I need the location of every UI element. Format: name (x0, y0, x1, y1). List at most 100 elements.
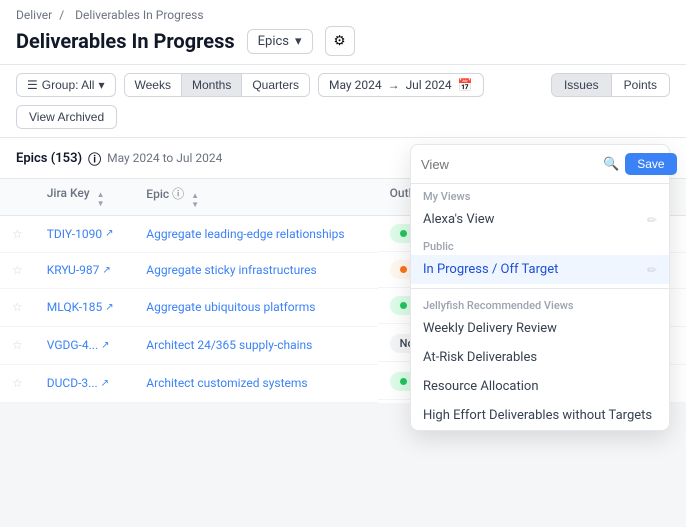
date-range-picker[interactable]: May 2024 → Jul 2024 📅 (318, 73, 484, 97)
jellyfish-item-label: At-Risk Deliverables (423, 350, 537, 365)
alexas-view-label: Alexa's View (423, 212, 494, 227)
date-arrow: → (388, 78, 400, 92)
col-jira-key: Jira Key ▲ ▼ (35, 179, 135, 216)
sort-jira-key[interactable]: ▲ ▼ (97, 191, 105, 208)
star-cell[interactable]: ☆ (0, 252, 35, 288)
breadcrumb-current: Deliverables In Progress (75, 8, 203, 22)
months-button[interactable]: Months (182, 74, 242, 96)
epic-cell: Aggregate leading-edge relationships (134, 216, 377, 253)
epic-link[interactable]: Aggregate ubiquitous platforms (146, 300, 315, 314)
my-views-label: My Views (411, 184, 669, 205)
sort-epic[interactable]: ▲ ▼ (191, 192, 199, 209)
date-to: Jul 2024 (406, 78, 452, 92)
edit-icon: ✏ (647, 213, 657, 227)
epic-link[interactable]: Aggregate leading-edge relationships (146, 227, 344, 241)
external-link-icon: ↗ (105, 228, 113, 239)
sort-down-icon: ▼ (191, 201, 199, 209)
jira-key-link[interactable]: VGDG-4... ↗ (47, 338, 123, 352)
weeks-button[interactable]: Weeks (125, 74, 182, 96)
sort-down-icon: ▼ (97, 200, 105, 208)
group-filter-label: Group: All (42, 78, 95, 92)
epics-count-label: Epics (153) (16, 151, 82, 166)
epic-link[interactable]: Aggregate sticky infrastructures (146, 263, 316, 277)
external-link-icon: ↗ (105, 302, 113, 313)
external-link-icon: ↗ (102, 265, 110, 276)
issues-points-tabs: Issues Points (551, 73, 670, 97)
jellyfish-item-0[interactable]: Weekly Delivery Review (411, 314, 669, 343)
sort-up-icon: ▲ (97, 191, 105, 199)
external-link-icon: ↗ (101, 378, 109, 389)
jira-key-link[interactable]: TDIY-1090 ↗ (47, 227, 123, 241)
jira-key-link[interactable]: MLQK-185 ↗ (47, 300, 123, 314)
jellyfish-item-2[interactable]: Resource Allocation (411, 372, 669, 401)
status-dot (400, 378, 407, 385)
jira-key-link[interactable]: KRYU-987 ↗ (47, 263, 123, 277)
save-view-button[interactable]: Save (625, 153, 676, 175)
epic-cell: Aggregate ubiquitous platforms (134, 288, 377, 326)
breadcrumb-parent[interactable]: Deliver (16, 8, 52, 22)
jellyfish-item-label: High Effort Deliverables without Targets (423, 408, 652, 423)
chevron-down-icon: ▾ (295, 34, 302, 49)
jellyfish-label: Jellyfish Recommended Views (411, 293, 669, 314)
epic-link[interactable]: Architect 24/365 supply-chains (146, 338, 312, 352)
status-dot (400, 230, 407, 237)
star-cell[interactable]: ☆ (0, 216, 35, 253)
breadcrumb: Deliver / Deliverables In Progress (16, 8, 670, 22)
jira-key-cell: MLQK-185 ↗ (35, 288, 135, 326)
jira-key-cell: TDIY-1090 ↗ (35, 216, 135, 253)
jira-key-cell: DUCD-3... ↗ (35, 364, 135, 402)
epics-dropdown-value: Epics (258, 34, 289, 49)
star-cell[interactable]: ☆ (0, 288, 35, 326)
page-header: Deliverables In Progress Epics ▾ ⚙ (16, 26, 670, 56)
view-archived-button[interactable]: View Archived (16, 105, 117, 129)
info-icon: ⓘ (88, 149, 101, 168)
filter-bar: ☰ Group: All ▾ Weeks Months Quarters May… (0, 65, 686, 138)
epics-dropdown[interactable]: Epics ▾ (247, 29, 313, 54)
jellyfish-item-label: Resource Allocation (423, 379, 539, 394)
epic-cell: Architect customized systems (134, 364, 377, 402)
jira-key-cell: KRYU-987 ↗ (35, 252, 135, 288)
calendar-icon: 📅 (458, 78, 473, 92)
col-epic: Epic ⓘ ▲ ▼ (134, 179, 377, 216)
epics-date-range: May 2024 to Jul 2024 (107, 151, 222, 165)
dropdown-header: 🔍 Save (411, 145, 669, 184)
public-label: Public (411, 234, 669, 255)
settings-button[interactable]: ⚙ (325, 26, 355, 56)
time-period-group: Weeks Months Quarters (124, 73, 311, 97)
quarters-button[interactable]: Quarters (242, 74, 309, 96)
epic-cell: Architect 24/365 supply-chains (134, 326, 377, 364)
chevron-down-icon: ▾ (98, 78, 104, 92)
sort-up-icon: ▲ (191, 192, 199, 200)
jira-key-link[interactable]: DUCD-3... ↗ (47, 376, 123, 390)
edit-icon: ✏ (647, 263, 657, 277)
in-progress-off-target-item[interactable]: In Progress / Off Target ✏ (411, 255, 669, 284)
status-dot (400, 302, 407, 309)
view-search-input[interactable] (421, 157, 597, 172)
col-star (0, 179, 35, 216)
star-cell[interactable]: ☆ (0, 326, 35, 364)
breadcrumb-separator: / (59, 8, 64, 22)
jira-key-cell: VGDG-4... ↗ (35, 326, 135, 364)
epic-link[interactable]: Architect customized systems (146, 376, 307, 390)
star-cell[interactable]: ☆ (0, 364, 35, 402)
alexas-view-item[interactable]: Alexa's View ✏ (411, 205, 669, 234)
top-bar: Deliver / Deliverables In Progress Deliv… (0, 0, 686, 65)
page-title: Deliverables In Progress (16, 29, 235, 53)
external-link-icon: ↗ (101, 340, 109, 351)
group-filter-button[interactable]: ☰ Group: All ▾ (16, 73, 116, 97)
in-progress-off-target-label: In Progress / Off Target (423, 262, 558, 277)
jellyfish-item-1[interactable]: At-Risk Deliverables (411, 343, 669, 372)
jellyfish-item-label: Weekly Delivery Review (423, 321, 557, 336)
status-dot (400, 266, 407, 273)
epics-info: Epics (153) ⓘ May 2024 to Jul 2024 (16, 149, 222, 168)
date-from: May 2024 (329, 78, 382, 92)
gear-icon: ⚙ (334, 33, 346, 49)
jellyfish-item-3[interactable]: High Effort Deliverables without Targets (411, 401, 669, 430)
epic-cell: Aggregate sticky infrastructures (134, 252, 377, 288)
issues-tab[interactable]: Issues (552, 74, 612, 96)
view-dropdown: 🔍 Save My Views Alexa's View ✏ Public In… (410, 144, 670, 431)
dropdown-divider (411, 288, 669, 289)
filter-icon: ☰ (27, 78, 38, 92)
jellyfish-items: Weekly Delivery Review At-Risk Deliverabl… (411, 314, 669, 430)
points-tab[interactable]: Points (612, 74, 669, 96)
